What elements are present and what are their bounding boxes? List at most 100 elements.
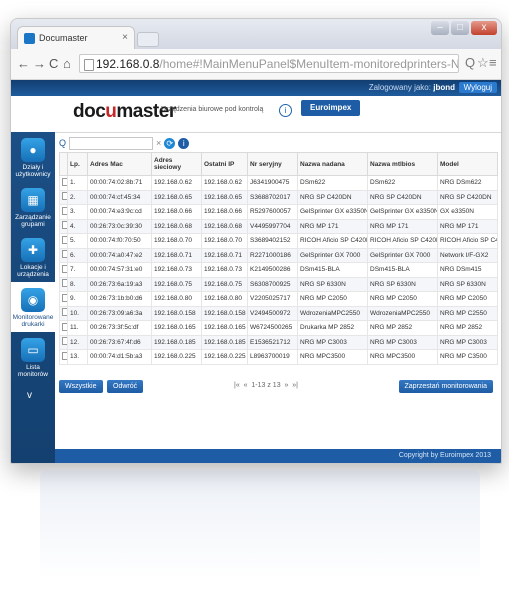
table-cell: 00:26:73:09:a6:3a xyxy=(87,305,152,321)
column-header[interactable]: Adres sieciowy xyxy=(151,152,202,176)
table-row[interactable]: 2. 00:00:74:cf:45:34 192.168.0.65 192.168.0… xyxy=(59,189,498,205)
sidebar-item-label: Zarządzanie grupami xyxy=(15,214,51,228)
table-row[interactable]: 12. 00:26:73:67:4f:d6 192.168.0.185 192.168… xyxy=(59,334,498,350)
table-row[interactable]: 1. 00:00:74:02:8b:71 192.168.0.62 192.168.0… xyxy=(59,175,498,191)
last-page-icon[interactable]: »| xyxy=(292,382,298,389)
column-header[interactable]: Ostatni IP xyxy=(201,152,248,176)
page-info: 1-13 z 13 xyxy=(251,382,281,389)
menu-icon[interactable]: ≡ xyxy=(489,55,497,70)
select-all-button[interactable]: Wszystkie xyxy=(59,380,103,393)
close-tab-icon[interactable]: × xyxy=(122,32,128,43)
first-page-icon[interactable]: |« xyxy=(234,382,240,389)
action-bar: Wszystkie Odwróć |« « 1-13 z 13 » »| Zap… xyxy=(59,380,501,394)
row-checkbox[interactable] xyxy=(62,337,67,346)
table-cell: DSm415-BLA xyxy=(367,262,438,278)
browser-tab[interactable]: Documaster × xyxy=(17,26,135,49)
search-input[interactable] xyxy=(69,136,154,150)
back-icon[interactable]: ← xyxy=(17,56,30,71)
table-cell: GelSprinter GX 7000 xyxy=(297,247,368,263)
sidebar-item-locations[interactable]: ✚ Lokacje i urządzenia xyxy=(11,232,55,282)
column-header[interactable]: Adres Mac xyxy=(87,152,152,176)
new-tab-button[interactable] xyxy=(137,32,159,47)
row-checkbox[interactable] xyxy=(62,293,67,302)
invert-selection-button[interactable]: Odwróć xyxy=(107,380,144,393)
info-icon[interactable]: i xyxy=(279,104,292,117)
logout-button[interactable]: Wyloguj xyxy=(458,82,497,93)
documaster-favicon-icon xyxy=(24,32,35,44)
row-checkbox-cell xyxy=(59,204,68,220)
reflection xyxy=(40,470,480,580)
reload-icon[interactable]: C xyxy=(49,56,58,71)
chevron-down-icon[interactable]: v xyxy=(27,390,32,457)
table-cell: Network I/F-GX2 xyxy=(437,247,498,263)
row-checkbox[interactable] xyxy=(62,279,67,288)
table-cell: 192.168.0.66 xyxy=(201,204,248,220)
table-cell: 00:26:73:6a:19:a3 xyxy=(87,276,152,292)
row-checkbox[interactable] xyxy=(62,235,67,244)
sidebar-item-users[interactable]: ● Działy i użytkownicy xyxy=(11,132,55,182)
next-page-icon[interactable]: » xyxy=(284,382,288,389)
table-cell: 11. xyxy=(67,320,88,336)
locations-icon: ✚ xyxy=(21,238,45,262)
table-cell: 00:26:73:3f:5c:df xyxy=(87,320,152,336)
minimize-icon[interactable]: – xyxy=(431,21,449,35)
row-checkbox[interactable] xyxy=(62,206,67,215)
main-content: Q × ⟳ i Lp. Adres Mac Adres sieciowy Ost… xyxy=(55,132,501,463)
table-row[interactable]: 13. 00:00:74:d1:5b:a3 192.168.0.225 192.168… xyxy=(59,349,498,365)
table-cell: 192.168.0.75 xyxy=(201,276,248,292)
column-header[interactable]: Model xyxy=(437,152,498,176)
row-checkbox[interactable] xyxy=(62,351,67,360)
row-checkbox[interactable] xyxy=(62,192,67,201)
table-cell: 192.168.0.165 xyxy=(201,320,248,336)
star-icon[interactable]: ☆ xyxy=(477,55,489,71)
sidebar-item-monitors[interactable]: ▭ Lista monitorów xyxy=(11,332,55,382)
close-window-icon[interactable]: x xyxy=(471,21,497,35)
column-header[interactable]: Nazwa nadana xyxy=(297,152,368,176)
table-row[interactable]: 9. 00:26:73:1b:b0:d6 192.168.0.80 192.168.0… xyxy=(59,291,498,307)
info-icon[interactable]: i xyxy=(178,137,190,149)
table-row[interactable]: 8. 00:26:73:6a:19:a3 192.168.0.75 192.168.0… xyxy=(59,276,498,292)
row-checkbox[interactable] xyxy=(62,322,67,331)
table-row[interactable]: 10. 00:26:73:09:a6:3a 192.168.0.158 192.168… xyxy=(59,305,498,321)
row-checkbox[interactable] xyxy=(62,264,67,273)
table-cell: 192.168.0.225 xyxy=(151,349,202,365)
row-checkbox[interactable] xyxy=(62,177,67,186)
table-row[interactable]: 3. 00:00:74:e3:9c:cd 192.168.0.66 192.168.0… xyxy=(59,204,498,220)
stop-monitoring-button[interactable]: Zaprzestań monitorowania xyxy=(398,380,493,393)
table-cell: DSm622 xyxy=(297,175,368,191)
sidebar-item-groups[interactable]: ▦ Zarządzanie grupami xyxy=(11,182,55,232)
table-cell: R5297600057 xyxy=(247,204,298,220)
table-cell: RICOH Aficio SP C420DN xyxy=(437,233,498,249)
company-tab[interactable]: Euroimpex xyxy=(301,100,361,116)
row-checkbox-cell xyxy=(59,175,68,191)
table-cell: S3689402152 xyxy=(247,233,298,249)
row-checkbox[interactable] xyxy=(62,221,67,230)
table-cell: WdrozeniaMPC2550 xyxy=(367,305,438,321)
zoom-icon[interactable]: Q xyxy=(465,55,475,70)
table-row[interactable]: 11. 00:26:73:3f:5c:df 192.168.0.165 192.168… xyxy=(59,320,498,336)
column-header[interactable]: Nazwa mtlbios xyxy=(367,152,438,176)
row-checkbox[interactable] xyxy=(62,308,67,317)
refresh-icon[interactable]: ⟳ xyxy=(164,137,176,149)
prev-page-icon[interactable]: « xyxy=(244,382,248,389)
address-bar[interactable]: 192.168.0.8/home#!MainMenuPanel$MenuItem… xyxy=(79,54,459,73)
app-page: Zalogowany jako: jbond Wyloguj documaste… xyxy=(11,80,501,463)
column-header[interactable]: Nr seryjny xyxy=(247,152,298,176)
table-cell: 10. xyxy=(67,305,88,321)
sidebar-item-monitored-printers[interactable]: ◉ Monitorowane drukarki xyxy=(11,282,55,332)
table-cell: GX e3350N xyxy=(437,204,498,220)
column-header[interactable]: Lp. xyxy=(67,152,88,176)
table-cell: 192.168.0.158 xyxy=(201,305,248,321)
table-row[interactable]: 5. 00:00:74:f0:70:50 192.168.0.70 192.168.0… xyxy=(59,233,498,249)
forward-icon[interactable]: → xyxy=(33,56,46,71)
home-icon[interactable]: ⌂ xyxy=(63,56,71,71)
row-checkbox-cell xyxy=(59,334,68,350)
clear-search-icon[interactable]: × xyxy=(156,138,161,148)
table-row[interactable]: 4. 00:26:73:0c:39:30 192.168.0.68 192.168.0… xyxy=(59,218,498,234)
table-row[interactable]: 6. 00:00:74:a0:47:e2 192.168.0.71 192.168.0… xyxy=(59,247,498,263)
table-cell: 192.168.0.225 xyxy=(201,349,248,365)
maximize-icon[interactable]: □ xyxy=(451,21,469,35)
tagline: Urządzenia biurowe pod kontrolą xyxy=(161,106,264,113)
table-row[interactable]: 7. 00:00:74:57:31:e0 192.168.0.73 192.168.0… xyxy=(59,262,498,278)
row-checkbox[interactable] xyxy=(62,250,67,259)
